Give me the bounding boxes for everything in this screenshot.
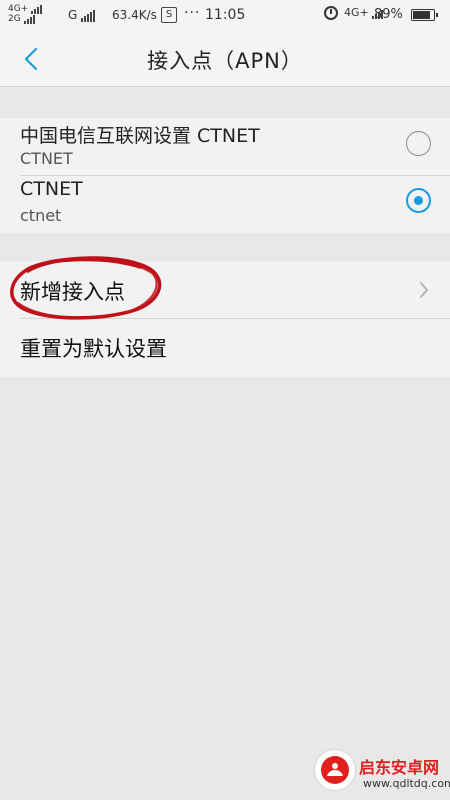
apn-radio-selected[interactable] <box>406 188 431 213</box>
network-indicator: 4G+ 2G <box>8 4 43 24</box>
battery-icon <box>411 9 438 21</box>
more-notifications-icon: ··· <box>184 5 201 21</box>
s-badge-icon: S <box>161 7 177 23</box>
apn-name: 中国电信互联网设置 CTNET <box>20 125 260 147</box>
reset-defaults-label: 重置为默认设置 <box>20 337 167 361</box>
network-type-g: G <box>68 8 96 22</box>
battery-percent: 89% <box>374 7 403 22</box>
signal-icon <box>23 14 36 24</box>
add-apn-label: 新增接入点 <box>20 280 125 304</box>
apn-item[interactable]: 中国电信互联网设置 CTNET CTNET <box>0 118 450 175</box>
watermark-name: 启东安卓网 <box>359 758 440 777</box>
signal-icon <box>81 8 96 22</box>
status-bar: 4G+ 2G G 63.4K/s S ··· 11:05 4G+ 89% <box>0 0 450 32</box>
title-bar: 接入点（APN） <box>0 32 450 87</box>
watermark: 启东安卓网 www.qdltdq.com <box>313 746 450 796</box>
alarm-icon <box>324 6 338 20</box>
radio-dot <box>414 196 423 205</box>
network-type-bottom: 2G <box>8 14 21 24</box>
apn-value: ctnet <box>20 206 62 225</box>
chevron-right-icon <box>420 282 428 298</box>
reset-defaults-button[interactable]: 重置为默认设置 <box>0 318 450 375</box>
network-speed: 63.4K/s <box>112 8 157 22</box>
apn-item[interactable]: CTNET ctnet <box>0 175 450 232</box>
apn-list: 中国电信互联网设置 CTNET CTNET CTNET ctnet <box>0 118 450 233</box>
page-title: 接入点（APN） <box>147 49 303 73</box>
apn-name: CTNET <box>20 178 83 200</box>
network-type-top: 4G+ <box>8 4 29 14</box>
battery-level <box>413 11 430 19</box>
apn-radio[interactable] <box>406 131 431 156</box>
watermark-url: www.qdltdq.com <box>363 777 450 790</box>
watermark-logo-icon <box>315 750 355 790</box>
signal-icon <box>31 4 43 14</box>
apn-actions: 新增接入点 重置为默认设置 <box>0 261 450 377</box>
clock: 11:05 <box>205 7 246 23</box>
add-apn-button[interactable]: 新增接入点 <box>0 261 450 318</box>
apn-value: CTNET <box>20 149 73 168</box>
